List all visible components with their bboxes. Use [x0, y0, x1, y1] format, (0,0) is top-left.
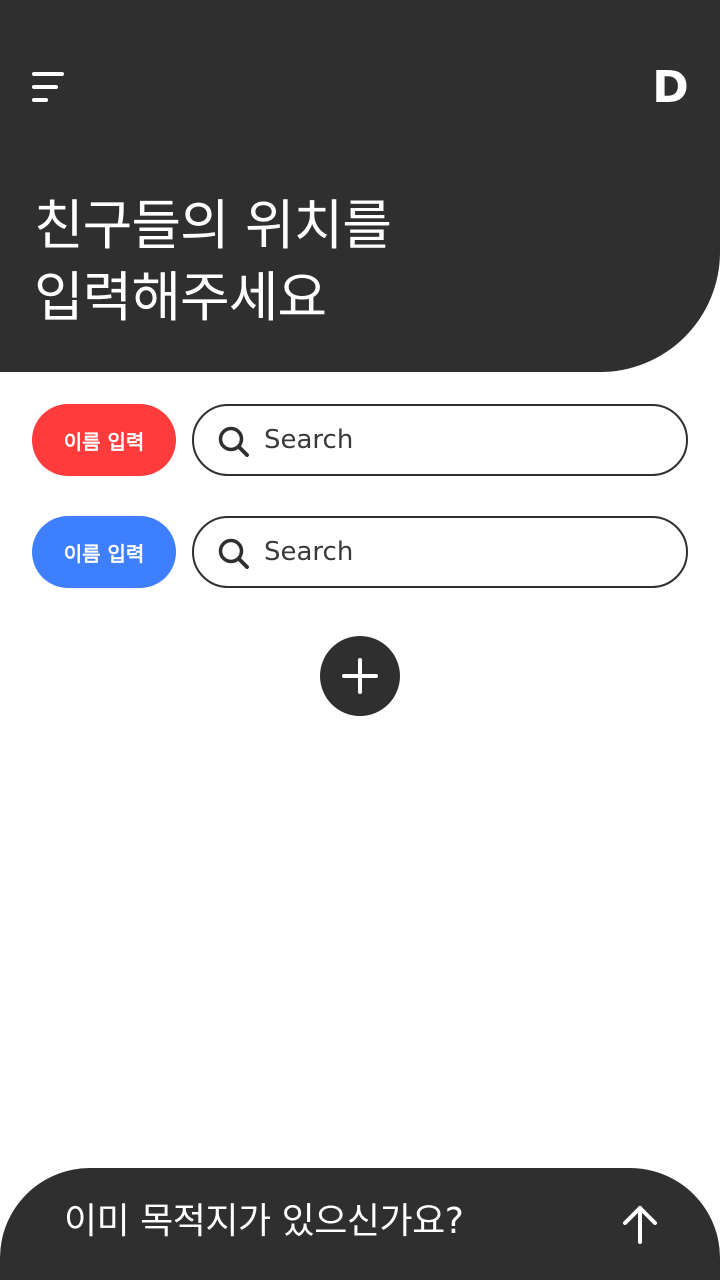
page-title-line2: 입력해주세요: [34, 266, 327, 329]
destination-drawer-handle[interactable]: 이미 목적지가 있으신가요?: [0, 1168, 720, 1280]
app-logo: D: [652, 62, 689, 113]
app-screen: D 친구들의 위치를 입력해주세요 이름 입력 이름 입력: [0, 0, 720, 1280]
add-friend-button[interactable]: [320, 636, 400, 716]
location-search-box-2[interactable]: [192, 516, 688, 588]
location-search-box-1[interactable]: [192, 404, 688, 476]
location-search-input-2[interactable]: [264, 528, 664, 576]
search-icon: [218, 538, 249, 569]
arrow-up-icon[interactable]: [620, 1202, 660, 1246]
search-icon: [218, 426, 249, 457]
name-input-button-1[interactable]: 이름 입력: [32, 404, 176, 476]
page-title-line1: 친구들의 위치를: [34, 194, 392, 257]
destination-prompt-text: 이미 목적지가 있으신가요?: [64, 1201, 464, 1242]
plus-icon: [342, 658, 378, 694]
friend-row-2: 이름 입력: [32, 516, 688, 588]
location-search-input-1[interactable]: [264, 416, 664, 464]
hamburger-menu-icon[interactable]: [32, 72, 66, 104]
friend-row-1: 이름 입력: [32, 404, 688, 476]
page-title: 친구들의 위치를 입력해주세요: [34, 190, 634, 334]
header: D 친구들의 위치를 입력해주세요: [0, 0, 720, 372]
name-input-button-2[interactable]: 이름 입력: [32, 516, 176, 588]
